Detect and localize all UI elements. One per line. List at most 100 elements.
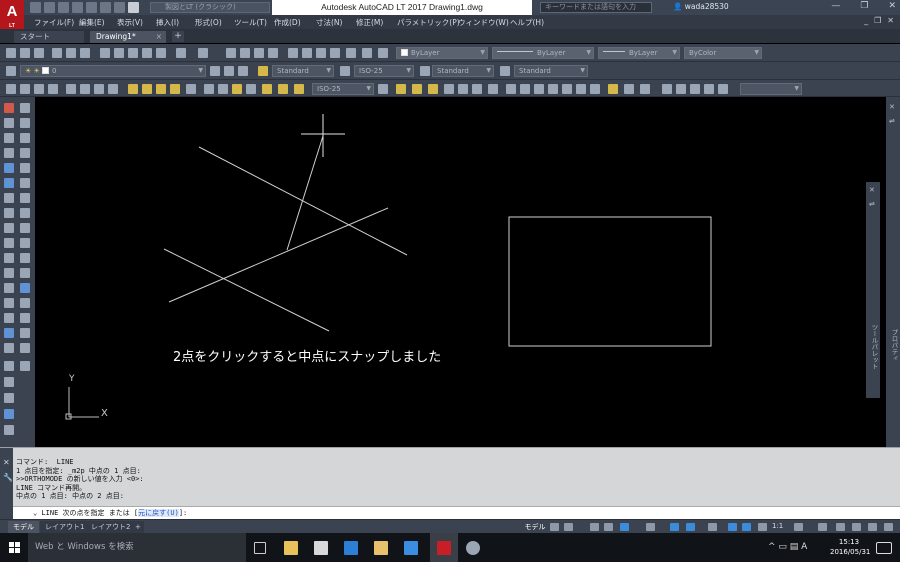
internet-explorer-icon[interactable] (404, 541, 418, 555)
table-tool-icon[interactable] (20, 328, 30, 338)
polygon-icon[interactable] (20, 133, 30, 143)
erase-tool-icon[interactable] (4, 118, 14, 128)
help-icon[interactable] (378, 48, 388, 58)
table-icon[interactable] (624, 84, 634, 94)
properties-palette-label[interactable]: プロパティ (889, 329, 899, 362)
dim-edit-icon[interactable] (262, 84, 272, 94)
tab-drawing1[interactable]: Drawing1* × (90, 31, 166, 43)
open-icon[interactable] (20, 48, 30, 58)
dim-style-manager-icon[interactable] (378, 84, 388, 94)
edge-browser-icon[interactable] (344, 541, 358, 555)
baseline-icon[interactable] (142, 84, 152, 94)
dim-style-control-dropdown[interactable]: ISO-25 ▼ (312, 83, 374, 95)
spell-check-icon[interactable] (4, 425, 14, 435)
explode-tool-icon[interactable] (4, 343, 14, 353)
arc-icon[interactable] (20, 163, 30, 173)
fillet-tool-icon[interactable] (4, 328, 14, 338)
angular-icon[interactable] (108, 84, 118, 94)
markup-icon[interactable] (346, 48, 356, 58)
copy-tool-icon[interactable] (4, 133, 14, 143)
make-current-layer-icon[interactable] (210, 66, 220, 76)
match-properties-icon[interactable] (142, 48, 152, 58)
inspection-icon[interactable] (232, 84, 242, 94)
layer-states-icon[interactable] (238, 66, 248, 76)
action-center-icon[interactable] (876, 542, 892, 554)
spline-icon[interactable] (20, 208, 30, 218)
isodraft-icon[interactable] (646, 523, 655, 531)
extend-icon[interactable] (4, 268, 14, 278)
save-icon[interactable] (58, 2, 69, 13)
arc-length-icon[interactable] (34, 84, 44, 94)
mtext-icon[interactable] (20, 343, 30, 353)
taskbar-clock[interactable]: 15:13 2016/05/31 (830, 537, 870, 557)
command-input[interactable]: ⌄ LINE 次の点を指定 または [元に戻す(U)]: (13, 506, 900, 520)
print-preview-icon[interactable] (66, 48, 76, 58)
new-icon[interactable] (6, 48, 16, 58)
command-settings-icon[interactable]: 🔧 (3, 473, 13, 482)
menu-window[interactable]: ウィンドウ(W) (458, 17, 509, 28)
dim-text-edit-icon[interactable] (278, 84, 288, 94)
rotate-icon[interactable] (444, 84, 454, 94)
move-tool-icon[interactable] (4, 193, 14, 203)
user-account[interactable]: 👤 wada28530 (673, 2, 729, 11)
layer-previous-icon[interactable] (224, 66, 234, 76)
diameter-icon[interactable] (94, 84, 104, 94)
menu-parametric[interactable]: パラメトリック(P) (397, 17, 460, 28)
tool-palettes-icon[interactable] (316, 48, 326, 58)
layout-icon[interactable] (718, 84, 728, 94)
insert-block-icon[interactable] (608, 84, 618, 94)
ucs-icon[interactable] (676, 84, 686, 94)
gradient-icon[interactable] (20, 313, 30, 323)
auto-scale-icon[interactable] (742, 523, 751, 531)
snap-icon[interactable] (704, 84, 714, 94)
object-snap-tracking-icon[interactable] (670, 523, 679, 531)
add-layout-button[interactable]: + (132, 521, 144, 533)
undo-icon[interactable] (176, 48, 186, 58)
add-selected-icon[interactable] (20, 361, 30, 371)
isolate-objects-icon[interactable] (836, 523, 845, 531)
gear-icon[interactable] (128, 2, 139, 13)
drawn-line-3[interactable] (168, 207, 389, 303)
menu-dimension[interactable]: 寸法(N) (316, 17, 342, 28)
ellipse-icon[interactable] (20, 223, 30, 233)
construction-line-icon[interactable] (20, 103, 30, 113)
menu-insert[interactable]: 挿入(I) (156, 17, 179, 28)
grid-toggle-icon[interactable] (550, 523, 559, 531)
help-search-input[interactable]: キーワードまたは語句を入力 (540, 2, 652, 13)
doc-restore-button[interactable]: ❐ (874, 16, 881, 25)
view-icon[interactable] (662, 84, 672, 94)
jogged-linear-icon[interactable] (246, 84, 256, 94)
dim-style-icon[interactable] (340, 66, 350, 76)
command-window-handle[interactable]: ✕ 🔧 (0, 448, 13, 520)
doc-close-button[interactable]: ✕ (887, 16, 894, 25)
layout-tab-layout1[interactable]: レイアウト1 (40, 521, 90, 533)
move-icon[interactable] (396, 84, 406, 94)
table-style-icon[interactable] (420, 66, 430, 76)
text-a-icon[interactable] (4, 361, 14, 371)
tab-close-icon[interactable]: × (156, 31, 162, 43)
object-snap-icon[interactable] (686, 523, 695, 531)
windows-start-icon[interactable] (9, 542, 20, 553)
new-file-icon[interactable] (30, 2, 41, 13)
trim-tool-icon[interactable] (4, 253, 14, 263)
save-as-icon[interactable] (72, 2, 83, 13)
continue-icon[interactable] (156, 84, 166, 94)
copy-icon[interactable] (114, 48, 124, 58)
menu-modify[interactable]: 修正(M) (356, 17, 383, 28)
block-insert-icon[interactable] (20, 253, 30, 263)
ortho-toggle-icon[interactable] (604, 523, 613, 531)
fillet-icon[interactable] (562, 84, 572, 94)
print-icon[interactable] (86, 2, 97, 13)
aligned-dim-icon[interactable] (20, 84, 30, 94)
tab-start[interactable]: スタート (14, 31, 84, 43)
tolerance-icon[interactable] (204, 84, 214, 94)
quickcalc-icon[interactable] (362, 48, 372, 58)
menu-file[interactable]: ファイル(F) (34, 17, 74, 28)
erase-icon[interactable] (520, 84, 530, 94)
join-icon[interactable] (4, 298, 14, 308)
undo-option-link[interactable]: 元に戻す(U) (138, 509, 179, 517)
app-icon[interactable] (466, 541, 480, 555)
dim-break-icon[interactable] (186, 84, 196, 94)
close-button[interactable]: ✕ (888, 1, 896, 11)
snap-toggle-icon[interactable] (564, 523, 573, 531)
